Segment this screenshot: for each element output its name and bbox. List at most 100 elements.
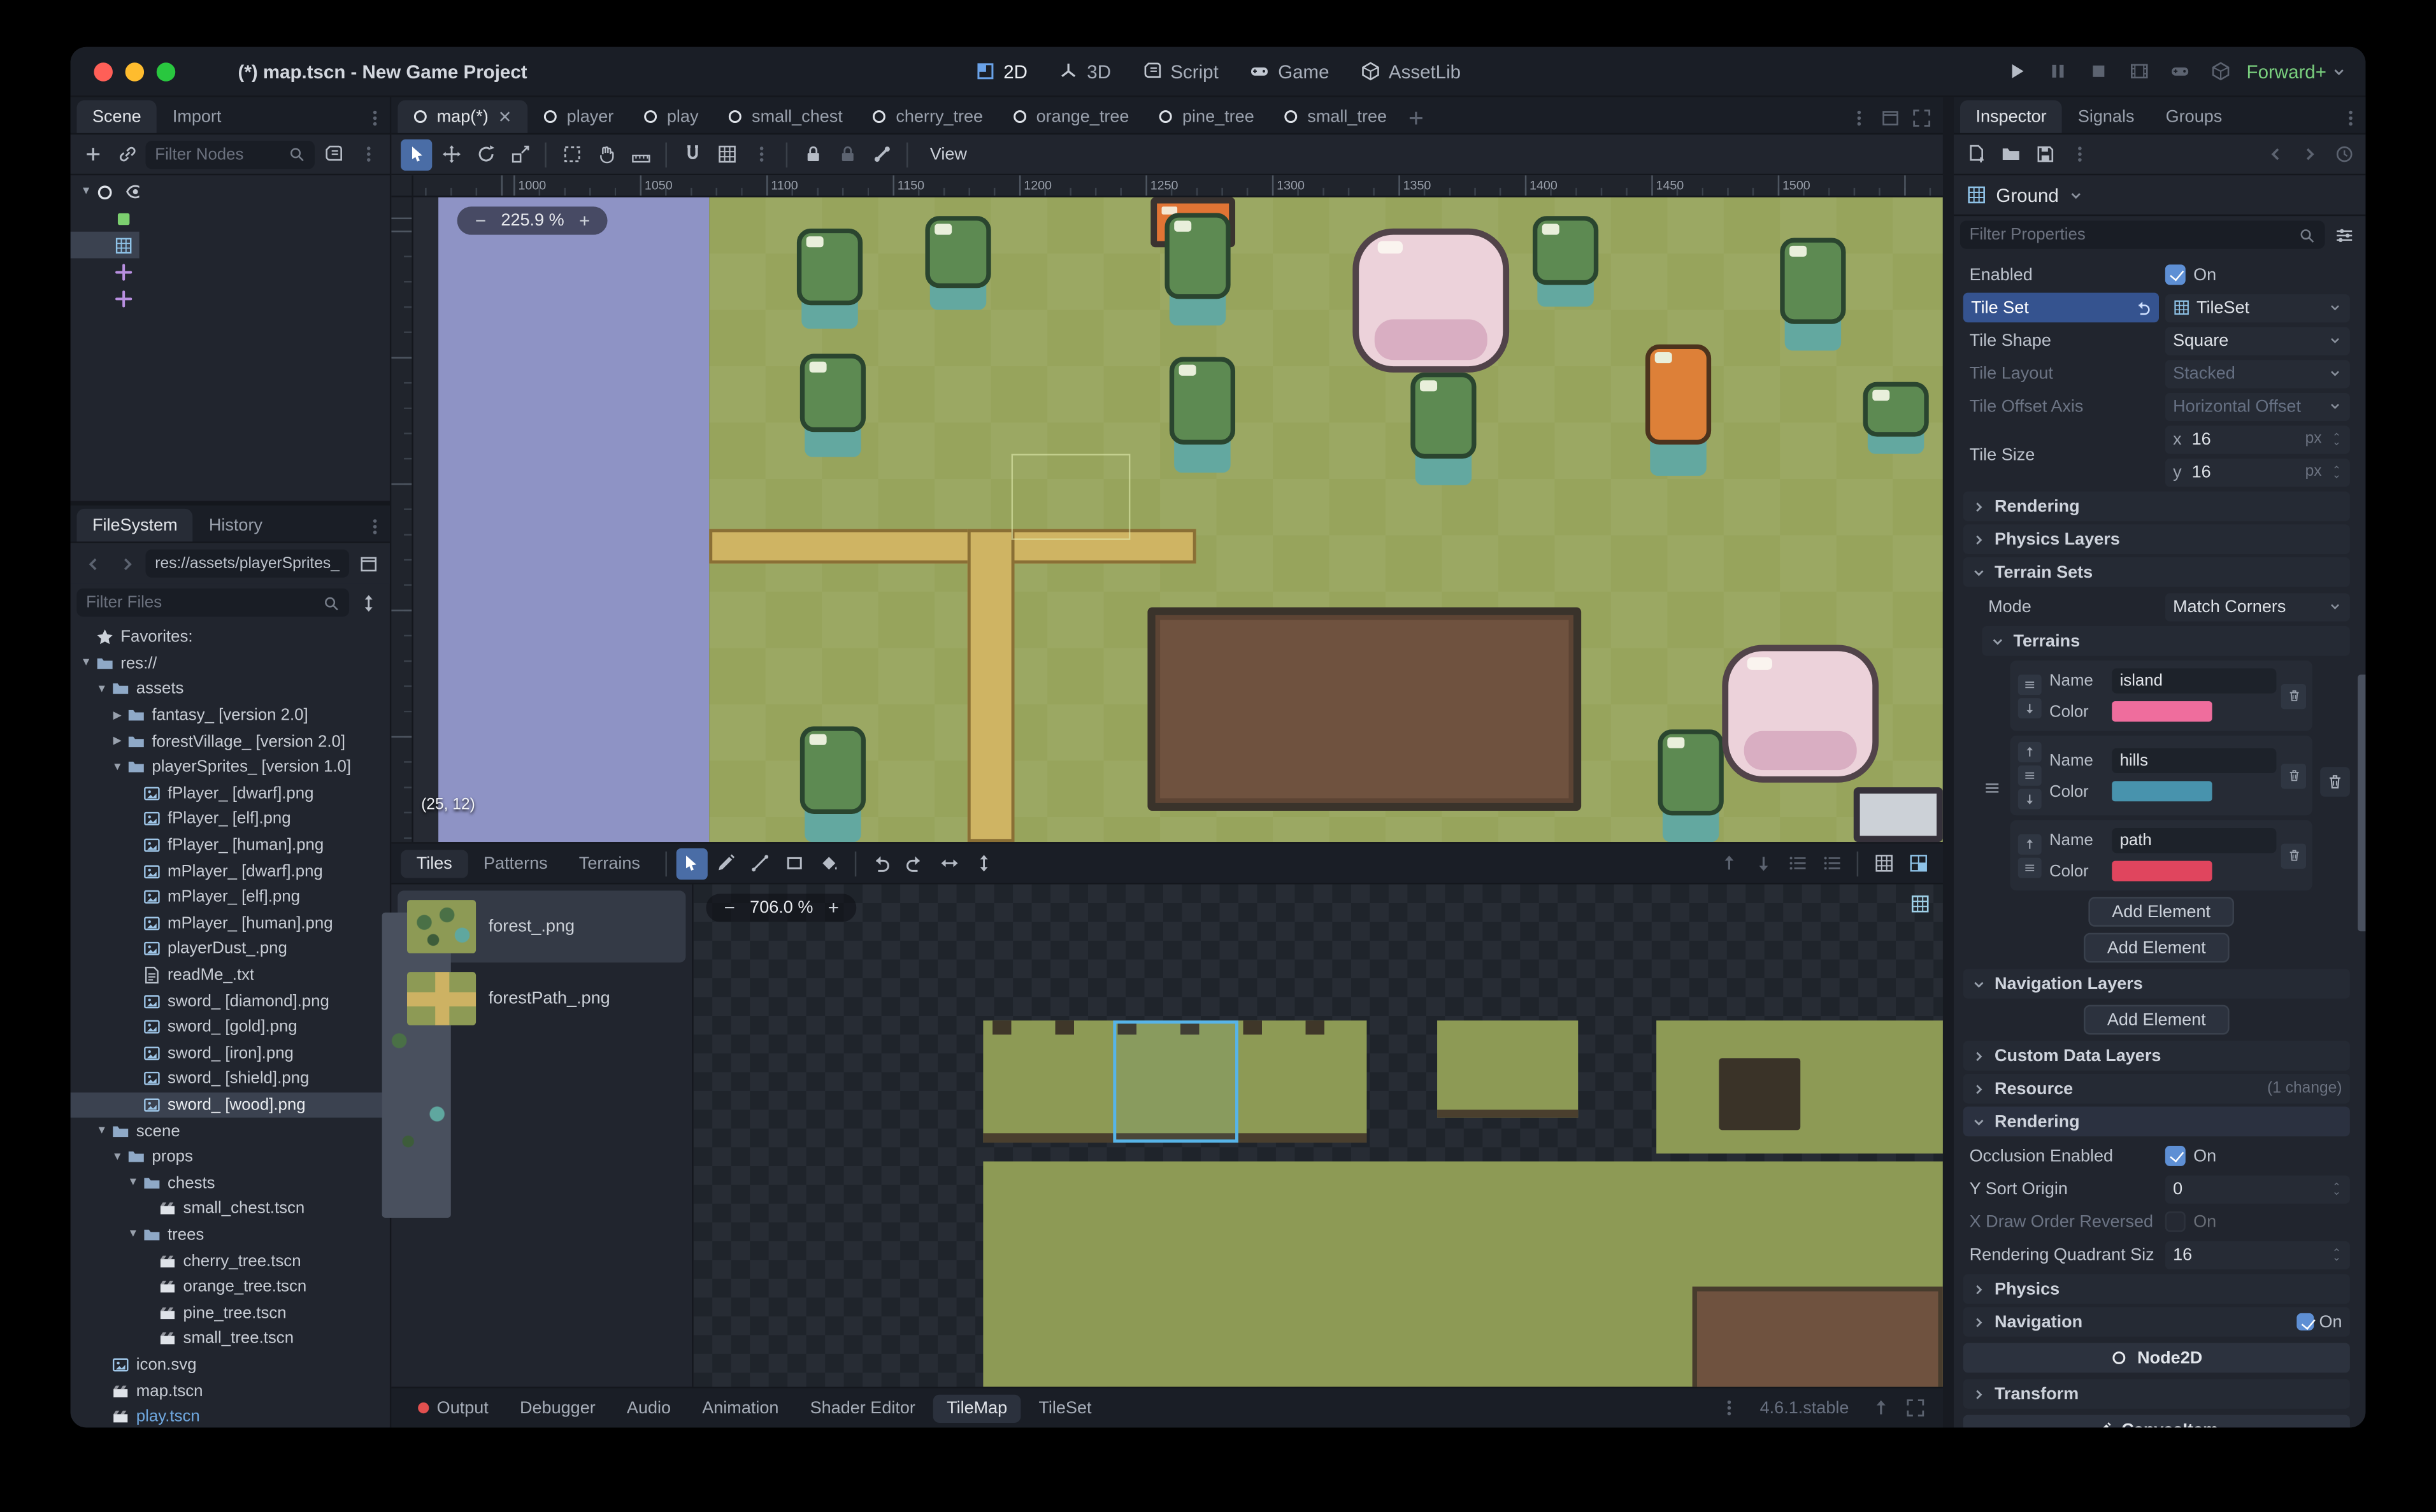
dock-splitter[interactable] (71, 501, 390, 505)
file-row[interactable]: pine_tree.tscn (71, 1300, 390, 1326)
atlas-zoom-in-button[interactable]: + (822, 897, 844, 918)
inspector-dock-tab[interactable]: Inspector (1960, 100, 2062, 133)
file-row[interactable]: fPlayer_ [dwarf].png (71, 780, 390, 806)
renderer-selector[interactable]: Forward+ (2247, 61, 2347, 82)
category-node2d[interactable]: Node2D (1963, 1343, 2350, 1373)
zoom-window-button[interactable] (157, 62, 175, 80)
save-resource-button[interactable] (2029, 138, 2060, 169)
lock-node-button[interactable] (797, 138, 828, 169)
filter-properties-input[interactable]: Filter Properties (1960, 221, 2325, 249)
stepper-arrows[interactable] (2331, 463, 2342, 480)
bottom-panel-tab[interactable]: Output (404, 1394, 503, 1422)
editor-mode-button[interactable]: 2D (964, 55, 1038, 87)
move-down-button[interactable] (2017, 789, 2041, 809)
scene-tab[interactable]: pine_tree (1143, 100, 1268, 133)
file-row[interactable]: sword_ [shield].png (71, 1066, 390, 1092)
navigation-checkbox[interactable] (2297, 1313, 2314, 1330)
file-row[interactable]: chests (71, 1170, 390, 1196)
scene-tree-menu-icon[interactable] (352, 138, 383, 169)
source-sort-up-icon[interactable] (1713, 848, 1744, 879)
tile-line-tool-button[interactable] (745, 848, 777, 879)
editor-mode-button[interactable]: Game (1239, 55, 1340, 87)
tilemap-editor-tab[interactable]: Terrains (563, 849, 656, 877)
tile-offset-axis-select[interactable]: Horizontal Offset (2165, 392, 2350, 420)
file-row[interactable]: forestVillage_ [version 2.0] (71, 729, 390, 755)
expand-caret-icon[interactable] (110, 736, 125, 746)
file-row[interactable]: orange_tree.tscn (71, 1274, 390, 1300)
file-row[interactable]: play.tscn (71, 1404, 390, 1427)
file-row[interactable]: props (71, 1144, 390, 1170)
file-row[interactable]: playerSprites_ [version 1.0] (71, 754, 390, 780)
terrain-mode-select[interactable]: Match Corners (2165, 592, 2350, 620)
close-window-button[interactable] (94, 62, 112, 80)
file-row[interactable]: mPlayer_ [elf].png (71, 884, 390, 910)
scene-tree-row[interactable]: Houses (71, 285, 140, 311)
tilemap-editor-tab[interactable]: Patterns (468, 849, 563, 877)
section-navigation-layers[interactable]: Navigation Layers (1963, 969, 2350, 999)
add-terrain-set-button[interactable]: Add Element (2084, 933, 2230, 963)
expand-caret-icon[interactable] (125, 1178, 141, 1188)
tile-rect-tool-button[interactable] (780, 848, 811, 879)
section-physics[interactable]: Physics (1963, 1274, 2350, 1304)
file-row[interactable]: cherry_tree.tscn (71, 1248, 390, 1274)
expand-caret-icon[interactable] (125, 1229, 141, 1240)
file-row[interactable]: mPlayer_ [human].png (71, 910, 390, 936)
file-row[interactable]: map.tscn (71, 1378, 390, 1404)
drag-handle-icon[interactable] (2017, 674, 2041, 694)
expand-caret-icon[interactable] (78, 186, 94, 197)
inspector-dock-tab[interactable]: Signals (2062, 100, 2150, 133)
drag-handle-icon[interactable] (2017, 857, 2041, 878)
history-forward-button[interactable] (2293, 138, 2325, 169)
close-tab-icon[interactable] (496, 108, 513, 125)
file-row[interactable]: sword_ [gold].png (71, 1014, 390, 1040)
inspector-menu-icon[interactable] (2334, 102, 2365, 133)
enabled-checkbox[interactable] (2165, 264, 2186, 285)
terrain-name-input[interactable]: island (2112, 667, 2276, 692)
file-row[interactable]: small_tree.tscn (71, 1326, 390, 1352)
paint-grid-toggle-icon[interactable] (1902, 848, 1933, 879)
tile-size-x-spinner[interactable]: x 16 px (2165, 425, 2350, 453)
view-menu-button[interactable]: View (917, 138, 979, 169)
tile-bucket-tool-button[interactable] (814, 848, 845, 879)
terrain-set-drag-handle[interactable] (1982, 778, 2002, 806)
move-up-button[interactable] (2017, 742, 2041, 762)
flip-horizontal-button[interactable] (935, 848, 966, 879)
play-button[interactable] (2002, 55, 2033, 87)
revert-icon[interactable] (2134, 299, 2151, 316)
editor-mode-button[interactable]: 3D (1048, 55, 1122, 87)
resource-options-icon[interactable] (2063, 138, 2095, 169)
snap-options-icon[interactable] (745, 138, 777, 169)
property-row-tile-set[interactable]: Tile Set TileSet (1963, 291, 2350, 324)
scene-dock-menu-icon[interactable] (359, 102, 390, 133)
file-row[interactable]: sword_ [iron].png (71, 1040, 390, 1066)
property-filter-options-icon[interactable] (2328, 219, 2359, 250)
expand-caret-icon[interactable] (110, 710, 125, 721)
tile-paint-tool-button[interactable] (711, 848, 742, 879)
section-rendering-tileset[interactable]: Rendering (1963, 492, 2350, 522)
section-custom-data-layers[interactable]: Custom Data Layers (1963, 1041, 2350, 1071)
scene-tree-row[interactable]: map (71, 178, 140, 205)
scene-tree-row[interactable]: ColorRect (71, 205, 140, 232)
tile-set-resource-picker[interactable]: TileSet (2165, 294, 2350, 322)
source-detail-view-icon[interactable] (1816, 848, 1847, 879)
history-list-button[interactable] (2328, 138, 2359, 169)
grid-snap-button[interactable] (711, 138, 742, 169)
ruler-tool-button[interactable] (625, 138, 656, 169)
section-resource[interactable]: Resource(1 change) (1963, 1074, 2350, 1104)
new-scene-tab-button[interactable] (1401, 102, 1432, 133)
file-row[interactable]: sword_ [wood].png (71, 1092, 390, 1118)
stepper-arrows[interactable] (2331, 1246, 2342, 1263)
scene-tabs-menu-icon[interactable] (1843, 102, 1874, 133)
visibility-toggle[interactable] (120, 179, 139, 204)
drag-handle-icon[interactable] (2017, 766, 2041, 786)
tile-layout-select[interactable]: Stacked (2165, 359, 2350, 387)
section-rendering-node[interactable]: Rendering (1963, 1107, 2350, 1137)
file-row[interactable]: scene (71, 1118, 390, 1144)
section-terrain-sets[interactable]: Terrain Sets (1963, 557, 2350, 587)
scene-tree-row[interactable]: Ground (71, 232, 140, 259)
x-draw-order-checkbox[interactable] (2165, 1211, 2186, 1232)
file-row[interactable]: res:// (71, 650, 390, 676)
file-row[interactable]: assets (71, 676, 390, 703)
file-row[interactable]: small_chest.tscn (71, 1196, 390, 1222)
terrain-color-swatch[interactable] (2112, 861, 2212, 881)
